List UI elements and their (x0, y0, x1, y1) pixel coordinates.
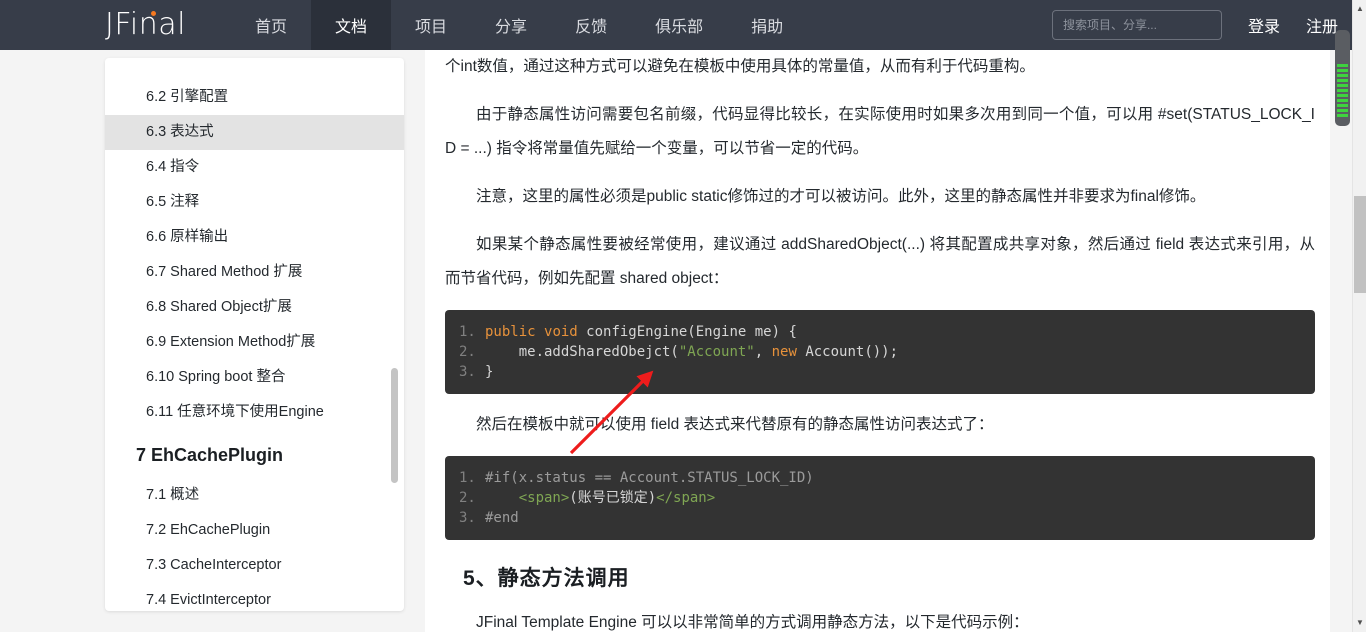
code-token: new (771, 344, 797, 360)
sidebar-item-9[interactable]: 6.11 任意环境下使用Engine (105, 395, 404, 430)
nav-link-5[interactable]: 俱乐部 (631, 0, 727, 50)
code-line: 1. public void configEngine(Engine me) { (445, 322, 1315, 342)
code-line: 3.} (445, 362, 1315, 382)
sidebar-item-2[interactable]: 6.4 指令 (105, 150, 404, 185)
code-line-number: 1. (459, 470, 476, 486)
window-scrollbar-thumb[interactable] (1354, 196, 1366, 293)
section-title: 5、静态方法调用 (463, 567, 630, 590)
extension-indicator-icon[interactable] (1335, 30, 1350, 126)
code-line-number: 1. (459, 324, 476, 340)
code-line-number: 3. (459, 364, 476, 380)
code-line: 2. me.addSharedObejct("Account", new Acc… (445, 342, 1315, 362)
code-token: , (754, 344, 772, 360)
register-link[interactable]: 注册 (1306, 13, 1338, 37)
code-line-number: 2. (459, 344, 476, 360)
brand-dot-icon (151, 11, 156, 16)
sidebar-item-11[interactable]: 7.1 概述 (105, 478, 404, 513)
sidebar-item-10: 7 EhCachePlugin (136, 445, 284, 465)
sidebar-item-1[interactable]: 6.3 表达式 (105, 115, 404, 150)
code-token: #end (485, 510, 519, 526)
sidebar-items: 6.2 引擎配置 6.3 表达式 6.4 指令 6.5 注释 6.6 原样输出 6.7 S… (105, 58, 404, 611)
code-line: 2. <span> (账号已锁定) </span> (445, 488, 1315, 508)
sidebar-item-14[interactable]: 7.4 EvictInterceptor (105, 583, 404, 611)
paragraph-6: JFinal Template Engine 可以以非常简单的方式调用静态方法，… (476, 614, 1029, 631)
nav-link-1[interactable]: 文档 (311, 0, 392, 50)
code-token: "Account" (678, 344, 755, 360)
sidebar-item-5[interactable]: 6.7 Shared Method 扩展 (105, 255, 404, 290)
code-line: 3. #end (445, 508, 1315, 528)
brand-text: JFinal (105, 7, 186, 42)
nav-link-6[interactable]: 捐助 (727, 0, 807, 50)
sidebar-item-0[interactable]: 6.2 引擎配置 (105, 80, 404, 115)
code-token: </span> (656, 490, 716, 506)
code-line-number: 2. (459, 490, 476, 506)
sidebar-scrollbar-thumb[interactable] (391, 368, 398, 483)
code-block-field-expression[interactable]: 1. #if(x.status == Account.STATUS_LOCK_ID… (445, 456, 1315, 540)
nav-link-3[interactable]: 分享 (471, 0, 551, 50)
window-scrollbar[interactable]: ▲ ▼ (1352, 0, 1366, 632)
code-token: #if(x.status == Account.STATUS_LOCK_ID) (485, 470, 814, 486)
code-token: (账号已锁定) (569, 490, 657, 506)
top-navbar: JFinal 首页文档项目分享反馈俱乐部捐助 登录 注册 (0, 0, 1352, 50)
code-token: } (485, 364, 494, 380)
sidebar-scrollbar[interactable] (391, 58, 401, 611)
sidebar-item-12[interactable]: 7.2 EhCachePlugin (105, 513, 404, 548)
paragraph-1: 个int数值，通过这种方式可以避免在模板中使用具体的常量值，从而有利于代码重构。 (445, 58, 1035, 75)
extension-indicator-bars (1337, 64, 1348, 119)
scroll-up-arrow-icon[interactable]: ▲ (1353, 2, 1366, 16)
code-line: 1. #if(x.status == Account.STATUS_LOCK_ID… (445, 468, 1315, 488)
code-token: Account()); (796, 344, 899, 360)
paragraph-3: 注意，这里的属性必须是public static修饰过的才可以被访问。此外，这里… (476, 188, 1206, 205)
paragraph-2: 由于静态属性访问需要包名前缀，代码显得比较长，在实际使用时如果多次用到同一个值，… (445, 106, 1315, 157)
nav-right-group: 登录 注册 (1051, 10, 1352, 40)
code-line-number: 3. (459, 510, 476, 526)
nav-link-2[interactable]: 项目 (391, 0, 471, 50)
sidebar-item-4[interactable]: 6.6 原样输出 (105, 220, 404, 255)
code-block-shared-object[interactable]: 1. public void configEngine(Engine me) { 2… (445, 310, 1315, 394)
code-token: void (544, 324, 578, 340)
search-input[interactable] (1051, 10, 1222, 40)
main-content: 个int数值，通过这种方式可以避免在模板中使用具体的常量值，从而有利于代码重构。… (425, 50, 1330, 632)
code-token: configEngine(Engine me) { (577, 324, 797, 340)
paragraph-5: 然后在模板中就可以使用 field 表达式来代替原有的静态属性访问表达式了： (476, 416, 994, 433)
code-token: <span> (518, 490, 570, 506)
nav-link-4[interactable]: 反馈 (551, 0, 631, 50)
login-link[interactable]: 登录 (1248, 13, 1280, 37)
sidebar-item-8[interactable]: 6.10 Spring boot 整合 (105, 360, 404, 395)
scroll-down-arrow-icon[interactable]: ▼ (1353, 616, 1366, 630)
paragraph-4: 如果某个静态属性要被经常使用，建议通过 addSharedObject(...)… (445, 236, 1315, 287)
code-token: me.addSharedObejct( (485, 344, 679, 360)
code-token: public (485, 324, 536, 340)
sidebar-item-6[interactable]: 6.8 Shared Object扩展 (105, 290, 404, 325)
sidebar-toc: 6.2 引擎配置 6.3 表达式 6.4 指令 6.5 注释 6.6 原样输出 6.7 S… (105, 58, 404, 611)
sidebar-item-13[interactable]: 7.3 CacheInterceptor (105, 548, 404, 583)
nav-link-0[interactable]: 首页 (231, 0, 311, 50)
sidebar-item-3[interactable]: 6.5 注释 (105, 185, 404, 220)
sidebar-item-7[interactable]: 6.9 Extension Method扩展 (105, 325, 404, 360)
nav-links: 首页 文档 项目 分享 反馈 俱乐部 捐助 (231, 0, 807, 50)
brand-logo[interactable]: JFinal (105, 0, 186, 50)
